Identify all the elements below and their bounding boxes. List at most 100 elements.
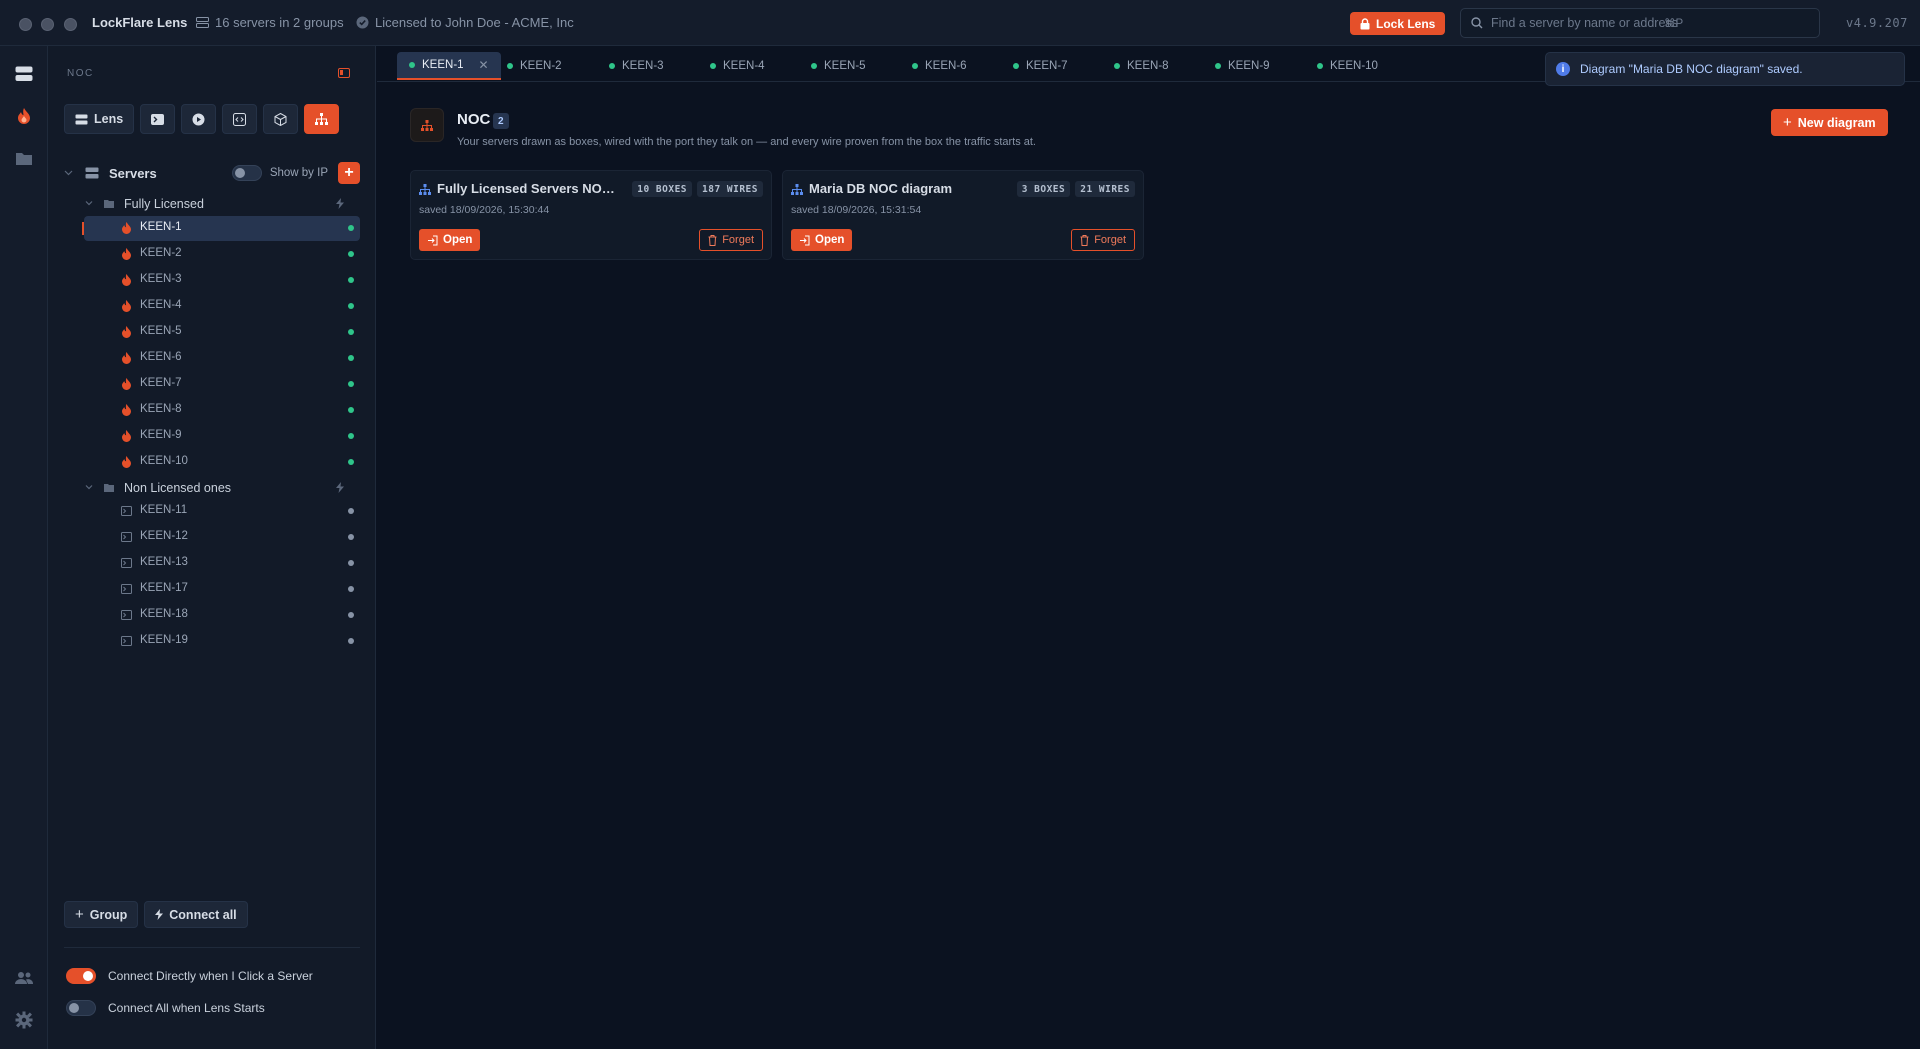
lightning-icon[interactable] [336, 482, 344, 493]
server-name: KEEN-13 [140, 556, 188, 568]
users-icon[interactable] [12, 966, 36, 990]
lock-lens-button[interactable]: Lock Lens [1350, 12, 1446, 35]
close-icon[interactable]: ✕ [479, 58, 489, 72]
tab-server[interactable]: KEEN-2 [495, 52, 574, 80]
diagram-count-badge: 2 [493, 113, 509, 129]
diagram-card: Fully Licensed Servers NOC diagram 10 BO… [410, 170, 772, 260]
saved-timestamp: saved 18/09/2026, 15:31:54 [791, 204, 922, 216]
forget-button[interactable]: Forget [1071, 229, 1135, 251]
server-item[interactable]: KEEN-2 [84, 242, 360, 267]
lens-button-label: Lens [94, 112, 124, 126]
status-dot [710, 63, 716, 69]
window-maximize-button[interactable] [64, 18, 77, 31]
group-name: Non Licensed ones [124, 481, 232, 495]
tab-label: KEEN-2 [520, 60, 562, 72]
flame-icon[interactable] [12, 104, 36, 128]
server-name: KEEN-3 [140, 273, 182, 285]
status-dot [507, 63, 513, 69]
server-item[interactable]: KEEN-9 [84, 424, 360, 449]
tab-server[interactable]: KEEN-9 [1203, 52, 1282, 80]
tab-server[interactable]: KEEN-1 ✕ [397, 52, 501, 80]
flame-icon [120, 274, 132, 286]
search-input[interactable] [1491, 16, 1811, 30]
diagram-button[interactable] [304, 104, 340, 134]
status-dot [1114, 63, 1120, 69]
folder-icon[interactable] [12, 146, 36, 170]
chevron-down-icon[interactable] [64, 170, 73, 176]
diagram-card: Maria DB NOC diagram 3 BOXES 21 WIRES sa… [782, 170, 1144, 260]
server-item[interactable]: KEEN-19 [84, 629, 360, 654]
tab-label: KEEN-10 [1330, 60, 1378, 72]
terminal-button[interactable] [140, 104, 176, 134]
settings-gear-icon[interactable] [12, 1008, 36, 1032]
terminal-icon [120, 557, 132, 569]
connect-directly-toggle[interactable] [66, 968, 96, 984]
add-server-button[interactable]: + [338, 162, 360, 184]
server-item[interactable]: KEEN-4 [84, 294, 360, 319]
tab-label: KEEN-5 [824, 60, 866, 72]
server-item[interactable]: KEEN-6 [84, 346, 360, 371]
status-dot [1317, 63, 1323, 69]
status-dot [348, 586, 354, 592]
tab-server[interactable]: KEEN-3 [597, 52, 676, 80]
package-button[interactable] [263, 104, 299, 134]
window-close-button[interactable] [19, 18, 32, 31]
tab-server[interactable]: KEEN-8 [1102, 52, 1181, 80]
add-group-button[interactable]: + Group [64, 901, 139, 928]
connect-all-button[interactable]: Connect all [144, 901, 248, 928]
server-item[interactable]: KEEN-18 [84, 603, 360, 628]
server-item[interactable]: KEEN-13 [84, 551, 360, 576]
tab-server[interactable]: KEEN-5 [799, 52, 878, 80]
saved-timestamp: saved 18/09/2026, 15:30:44 [419, 204, 550, 216]
tab-server[interactable]: KEEN-4 [698, 52, 777, 80]
flame-icon [120, 404, 132, 416]
lens-button[interactable]: Lens [64, 104, 135, 134]
server-item[interactable]: KEEN-1 [82, 216, 360, 241]
server-name: KEEN-18 [140, 608, 188, 620]
connect-all-on-start-toggle[interactable] [66, 1000, 96, 1016]
app-name: LockFlare Lens [92, 15, 188, 30]
server-item[interactable]: KEEN-7 [84, 372, 360, 397]
tab-server[interactable]: KEEN-7 [1001, 52, 1080, 80]
status-dot [348, 560, 354, 566]
server-item[interactable]: KEEN-3 [84, 268, 360, 293]
network-diagram-icon [791, 184, 803, 195]
code-button[interactable] [222, 104, 258, 134]
group-non-licensed[interactable]: Non Licensed ones [84, 477, 360, 499]
status-dot [348, 459, 354, 465]
tab-label: KEEN-6 [925, 60, 967, 72]
play-circle-icon [192, 113, 205, 125]
network-diagram-icon [315, 113, 329, 125]
new-diagram-button[interactable]: + New diagram [1771, 109, 1888, 136]
server-item[interactable]: KEEN-12 [84, 525, 360, 550]
window-minimize-button[interactable] [41, 18, 54, 31]
terminal-icon [120, 583, 132, 595]
sidebar-section-title: NOC [67, 68, 94, 79]
divider [64, 947, 360, 948]
plus-icon: + [1783, 114, 1792, 131]
server-item[interactable]: KEEN-5 [84, 320, 360, 345]
server-name: KEEN-12 [140, 530, 188, 542]
status-dot [609, 63, 615, 69]
open-button[interactable]: Open [419, 229, 481, 251]
tab-server[interactable]: KEEN-6 [900, 52, 979, 80]
server-search[interactable] [1460, 8, 1820, 38]
servers-view-icon[interactable] [12, 62, 36, 86]
panel-toggle-icon[interactable] [338, 68, 350, 78]
lightning-icon[interactable] [336, 198, 344, 209]
server-item[interactable]: KEEN-17 [84, 577, 360, 602]
server-name: KEEN-10 [140, 455, 188, 467]
group-fully-licensed[interactable]: Fully Licensed [84, 193, 360, 215]
server-item[interactable]: KEEN-10 [84, 450, 360, 475]
show-by-ip-toggle[interactable] [231, 165, 262, 181]
open-button[interactable]: Open [791, 229, 853, 251]
server-item[interactable]: KEEN-11 [84, 499, 360, 524]
play-button[interactable] [181, 104, 217, 134]
server-item[interactable]: KEEN-8 [84, 398, 360, 423]
tab-server[interactable]: KEEN-10 [1305, 52, 1390, 80]
status-dot [1215, 63, 1221, 69]
selection-marker [82, 222, 84, 235]
forget-button[interactable]: Forget [699, 229, 763, 251]
server-name: KEEN-8 [140, 403, 182, 415]
status-dot [348, 225, 354, 231]
